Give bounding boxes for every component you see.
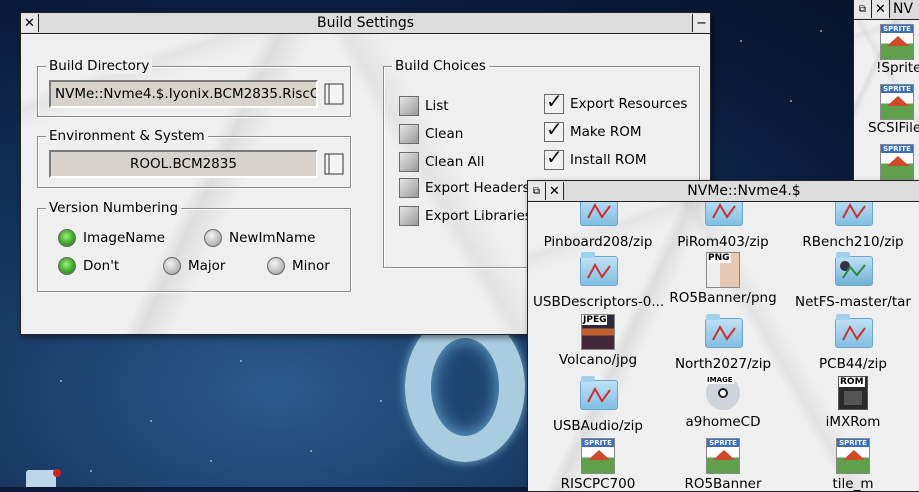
rom-file-icon: ROM bbox=[835, 376, 871, 412]
close-icon[interactable]: ✕ bbox=[872, 0, 890, 18]
file-item[interactable]: Pinboard208/zip bbox=[533, 202, 663, 250]
image-disc-icon: IMAGE bbox=[705, 376, 741, 412]
back-icon[interactable]: ⧉ bbox=[528, 182, 546, 200]
file-item[interactable]: SPRITE !Sprite bbox=[860, 24, 919, 76]
filer-grid: Pinboard208/zip PiRom403/zip RBench210/zip… bbox=[528, 202, 919, 491]
environment-group: Environment & System ROOL.BCM2835 bbox=[37, 128, 351, 188]
environment-field[interactable]: ROOL.BCM2835 bbox=[49, 150, 318, 178]
jpeg-file-icon: JPEG bbox=[580, 314, 616, 350]
export-resources-checkbox[interactable]: Export Resources bbox=[544, 89, 687, 114]
major-radio[interactable]: Major bbox=[163, 257, 225, 275]
png-file-icon: PNG bbox=[705, 252, 741, 288]
file-item[interactable]: SPRITE RISCPC700 bbox=[533, 438, 663, 491]
file-item[interactable]: JPEG Volcano/jpg bbox=[533, 314, 663, 368]
zip-folder-icon bbox=[580, 252, 618, 292]
close-icon[interactable]: ✕ bbox=[546, 182, 564, 200]
minor-radio[interactable]: Minor bbox=[267, 257, 330, 275]
tar-file-icon bbox=[835, 252, 873, 292]
radio-unselected-icon bbox=[204, 229, 222, 247]
version-numbering-label: Version Numbering bbox=[46, 200, 182, 216]
filer-title: NVMe::Nvme4.$ bbox=[687, 183, 801, 199]
zip-folder-icon bbox=[835, 314, 873, 354]
file-item-label: Pinboard208/zip bbox=[543, 234, 653, 250]
file-item[interactable]: SPRITE SCSIFile bbox=[849, 84, 919, 136]
file-item[interactable]: PCB44/zip bbox=[788, 314, 918, 372]
zip-folder-icon bbox=[835, 202, 873, 232]
file-item-label: North2027/zip bbox=[674, 356, 772, 372]
build-directory-label: Build Directory bbox=[46, 58, 153, 74]
radio-selected-icon bbox=[58, 257, 76, 275]
file-item[interactable]: ROM iMXRom bbox=[788, 376, 918, 430]
build-settings-titlebar[interactable]: ✕ Build Settings − bbox=[21, 13, 710, 34]
clean-checkbox[interactable]: Clean bbox=[399, 124, 463, 144]
file-item-label: RISCPC700 bbox=[560, 476, 636, 491]
sprite-file-icon: SPRITE bbox=[835, 438, 871, 474]
file-item[interactable]: IMAGE a9homeCD bbox=[658, 376, 788, 430]
side-filer-titlebar[interactable]: ⧉ ✕ NV bbox=[854, 0, 919, 20]
newimname-radio[interactable]: NewImName bbox=[204, 229, 315, 247]
sprite-file-icon: SPRITE bbox=[880, 144, 914, 180]
pin-icon bbox=[53, 469, 61, 477]
file-item[interactable]: NetFS-master/tar bbox=[788, 252, 918, 310]
export-headers-checkbox[interactable]: Export Headers bbox=[399, 178, 530, 198]
back-icon[interactable]: ⧉ bbox=[854, 0, 872, 18]
zip-folder-icon bbox=[580, 202, 618, 232]
build-choices-label: Build Choices bbox=[392, 58, 489, 74]
file-item-label: USBDescriptors-0... bbox=[533, 294, 665, 310]
file-item[interactable]: SPRITE bbox=[880, 144, 914, 180]
nvme-filer-window: ⧉ ✕ NVMe::Nvme4.$ Pinboard208/zip PiRom40… bbox=[527, 180, 919, 492]
window-title: Build Settings bbox=[316, 15, 414, 31]
version-numbering-group: Version Numbering ImageName NewImName Do… bbox=[37, 200, 351, 292]
file-item[interactable]: USBDescriptors-0... bbox=[533, 252, 665, 310]
close-icon[interactable]: ✕ bbox=[21, 14, 39, 32]
sprite-file-icon: SPRITE bbox=[880, 84, 914, 120]
clean-all-checkbox[interactable]: Clean All bbox=[399, 152, 484, 172]
radio-unselected-icon bbox=[163, 257, 181, 275]
build-directory-group: Build Directory NVMe::Nvme4.$.Iyonix.BCM… bbox=[37, 58, 351, 117]
file-item-label: PiRom403/zip bbox=[677, 234, 769, 250]
filer-titlebar[interactable]: ⧉ ✕ NVMe::Nvme4.$ bbox=[528, 181, 919, 202]
sprite-file-icon: SPRITE bbox=[705, 438, 741, 474]
file-item[interactable]: SPRITE tile_m bbox=[788, 438, 918, 491]
file-item-label: a9homeCD bbox=[685, 414, 761, 430]
file-item-label: USBAudio/zip bbox=[552, 418, 644, 434]
zip-folder-icon bbox=[580, 376, 618, 416]
environment-menu-icon[interactable] bbox=[323, 152, 345, 176]
radio-selected-icon bbox=[58, 229, 76, 247]
export-libraries-checkbox[interactable]: Export Libraries bbox=[399, 206, 532, 226]
file-item-label: RO5Banner/png bbox=[669, 290, 777, 306]
environment-label: Environment & System bbox=[46, 128, 208, 144]
file-item-label: RBench210/zip bbox=[802, 234, 904, 250]
radio-unselected-icon bbox=[267, 257, 285, 275]
file-item-label: Volcano/jpg bbox=[558, 352, 638, 368]
file-item-label: iMXRom bbox=[825, 414, 881, 430]
sprite-file-icon: SPRITE bbox=[580, 438, 616, 474]
file-item[interactable]: RBench210/zip bbox=[788, 202, 918, 250]
dont-radio[interactable]: Don't bbox=[58, 257, 119, 275]
install-rom-checkbox[interactable]: Install ROM bbox=[544, 145, 647, 170]
file-item-label: PCB44/zip bbox=[819, 356, 887, 372]
side-window-title: NV bbox=[893, 1, 914, 17]
list-checkbox[interactable]: List bbox=[399, 96, 449, 116]
file-item[interactable]: PNG RO5Banner/png bbox=[658, 252, 788, 306]
zip-folder-icon bbox=[705, 314, 743, 354]
toggle-size-icon[interactable]: − bbox=[692, 14, 710, 32]
file-item-label: NetFS-master/tar bbox=[795, 294, 911, 310]
directory-menu-icon[interactable] bbox=[323, 82, 345, 106]
file-item[interactable]: PiRom403/zip bbox=[658, 202, 788, 250]
file-item[interactable]: SPRITE RO5Banner bbox=[658, 438, 788, 491]
zip-folder-icon bbox=[705, 202, 743, 232]
file-item[interactable]: North2027/zip bbox=[658, 314, 788, 372]
file-item-label: tile_m bbox=[832, 476, 874, 491]
build-directory-field[interactable]: NVMe::Nvme4.$.Iyonix.BCM2835.RiscOS bbox=[49, 80, 318, 108]
disc-drive-icon[interactable] bbox=[26, 470, 56, 487]
imagename-radio[interactable]: ImageName bbox=[58, 229, 165, 247]
make-rom-checkbox[interactable]: Make ROM bbox=[544, 117, 642, 142]
side-filer-window: ⧉ ✕ NV SPRITE !Sprite SPRITE SCSIFile SP… bbox=[853, 0, 919, 195]
file-item-label: RO5Banner bbox=[684, 476, 762, 491]
file-item[interactable]: USBAudio/zip bbox=[533, 376, 663, 434]
sprite-file-icon: SPRITE bbox=[880, 24, 914, 60]
